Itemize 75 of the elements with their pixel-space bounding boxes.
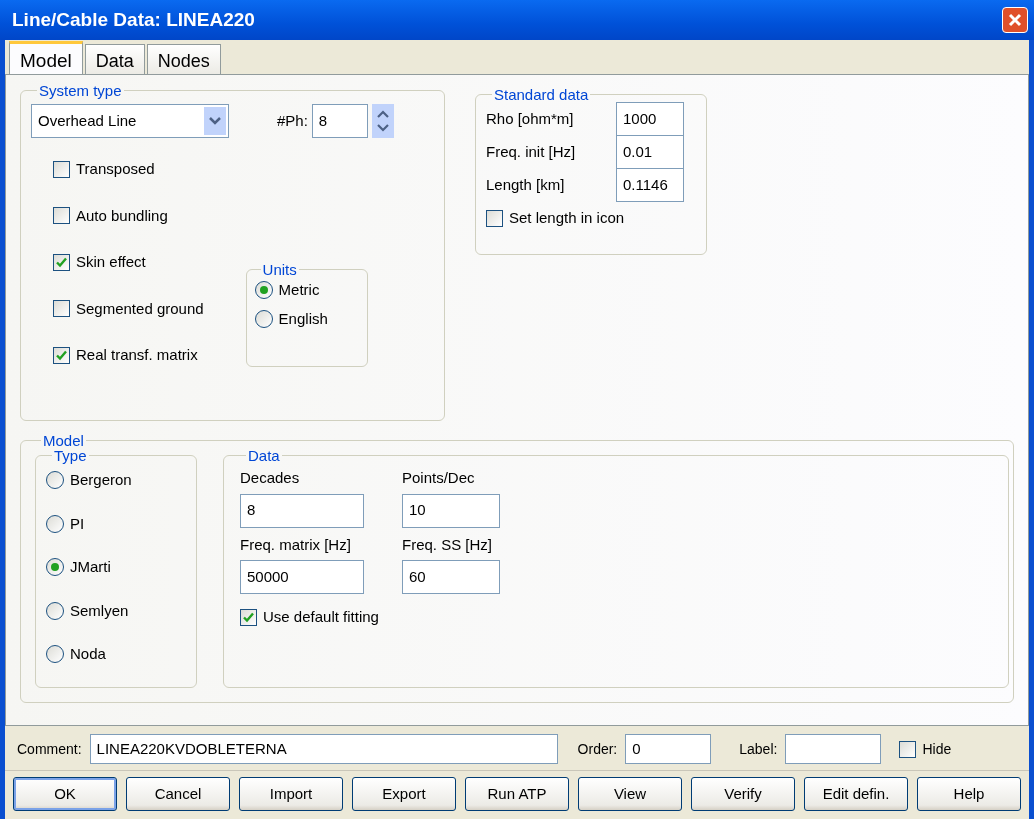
order-label: Order: (577, 739, 618, 759)
group-title: Standard data (493, 87, 590, 102)
tab[interactable]: Model (9, 41, 83, 74)
dialog-button[interactable]: Help (917, 777, 1021, 811)
checkbox[interactable] (53, 253, 70, 271)
text-field[interactable]: 10 (402, 493, 500, 528)
text-field[interactable]: 0.01 (616, 135, 684, 169)
dialog-button[interactable]: Edit defin. (804, 777, 908, 811)
dialog-button[interactable]: Export (352, 777, 456, 811)
close-icon (1008, 13, 1022, 27)
tab[interactable]: Data (84, 44, 145, 74)
radio-label[interactable]: JMarti (70, 556, 111, 579)
radio-button[interactable] (46, 645, 64, 664)
comment-label: Comment: (17, 739, 82, 759)
phases-field[interactable]: 8 (311, 104, 368, 138)
radio-label[interactable]: Metric (278, 279, 320, 302)
text-field[interactable]: 8 (240, 493, 364, 528)
group-title: Data (247, 448, 281, 463)
checkbox-label[interactable]: Hide (922, 738, 952, 760)
checkbox-label[interactable]: Segmented ground (76, 297, 204, 320)
checkbox-label[interactable]: Auto bundling (76, 204, 168, 227)
radio-label[interactable]: PI (70, 512, 85, 535)
field-label: Length [km] (486, 174, 565, 195)
checkbox[interactable] (486, 209, 503, 227)
dialog-button[interactable]: OK (13, 777, 117, 811)
group-title: System type (38, 83, 123, 98)
checkbox[interactable] (53, 207, 70, 225)
comment-field[interactable]: LINEA220KVDOBLETERNA (89, 734, 558, 764)
checkbox-label[interactable]: Set length in icon (509, 207, 625, 230)
tab[interactable]: Nodes (146, 44, 221, 74)
radio-button[interactable] (46, 514, 64, 533)
close-button[interactable] (1002, 7, 1028, 33)
line-type-dropdown[interactable]: Overhead Line (31, 104, 229, 138)
checkbox[interactable] (53, 160, 70, 178)
field-label: Freq. SS [Hz] (402, 534, 494, 555)
dialog-button[interactable]: Import (239, 777, 343, 811)
radio-button[interactable] (46, 471, 64, 490)
checkbox-label[interactable]: Real transf. matrix (76, 344, 198, 367)
field-label: Decades (240, 468, 301, 488)
field-label: Freq. matrix [Hz] (240, 534, 352, 555)
checkbox[interactable] (53, 300, 70, 318)
phases-label: #Ph: (277, 110, 308, 131)
group-title: Units (261, 262, 298, 277)
group-title: Model (42, 433, 85, 448)
group-title: Type (53, 448, 88, 463)
field-label: Points/Dec (402, 468, 476, 488)
checkbox-label[interactable]: Transposed (76, 158, 155, 181)
dialog-button[interactable]: Verify (691, 777, 795, 811)
dialog-button[interactable]: Run ATP (465, 777, 569, 811)
field-label: Freq. init [Hz] (486, 141, 576, 162)
text-field[interactable]: 50000 (240, 560, 364, 594)
text-field[interactable]: 60 (402, 560, 500, 594)
radio-button[interactable] (254, 309, 273, 328)
radio-button[interactable] (46, 558, 64, 577)
radio-label[interactable]: English (278, 307, 328, 330)
radio-button[interactable] (254, 281, 273, 300)
label-label: Label: (739, 739, 778, 759)
checkbox[interactable] (53, 346, 70, 364)
order-field[interactable]: 0 (625, 734, 712, 764)
text-field[interactable]: 1000 (616, 102, 684, 136)
window-title: Line/Cable Data: LINEA220 (12, 7, 255, 32)
radio-button[interactable] (46, 601, 64, 620)
spin-buttons-icon[interactable] (371, 104, 394, 138)
radio-label[interactable]: Bergeron (70, 469, 132, 492)
checkbox-label[interactable]: Skin effect (76, 251, 146, 274)
dialog-button[interactable]: Cancel (126, 777, 230, 811)
radio-label[interactable]: Semlyen (70, 599, 129, 622)
checkbox[interactable] (899, 740, 917, 758)
checkbox[interactable] (240, 608, 257, 626)
field-label: Rho [ohm*m] (486, 108, 574, 129)
text-field[interactable]: 0.1146 (616, 168, 684, 202)
dialog-button[interactable]: View (578, 777, 682, 811)
label-field[interactable] (785, 734, 882, 764)
radio-label[interactable]: Noda (70, 643, 106, 666)
checkbox-label[interactable]: Use default fitting (263, 606, 379, 629)
